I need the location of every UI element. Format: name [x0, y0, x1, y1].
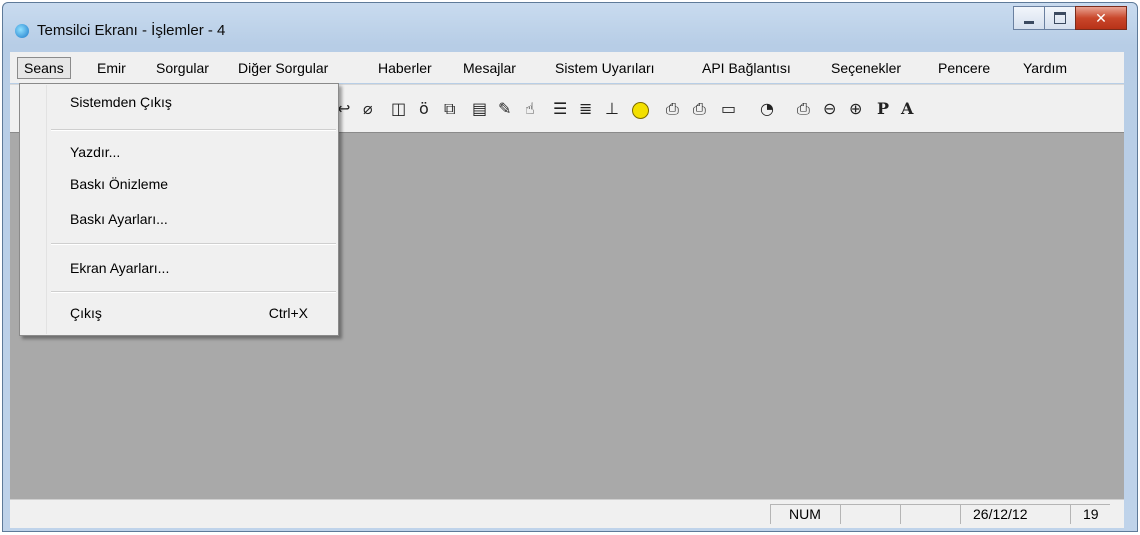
menu-item-yazdir[interactable]: Yazdır...: [70, 140, 120, 164]
menu-seans[interactable]: Seans: [17, 57, 71, 79]
document-icon[interactable]: ▤: [472, 99, 487, 118]
hand-icon[interactable]: ☝: [525, 99, 535, 118]
menu-gutter: [46, 85, 47, 334]
status-bar: NUM 26/12/12 19: [10, 499, 1124, 528]
menu-separator: [51, 129, 336, 131]
close-icon: ✕: [1095, 9, 1107, 26]
copy-icon[interactable]: ⧉: [444, 99, 455, 119]
menu-item-baski-ayarlari[interactable]: Baskı Ayarları...: [70, 207, 168, 231]
status-cell: [840, 504, 900, 524]
status-time: 19: [1070, 504, 1110, 524]
p-icon[interactable]: P: [877, 99, 889, 118]
menu-bar: Seans Emir Sorgular Diğer Sorgular Haber…: [10, 52, 1124, 83]
menu-sistem-uyarilari[interactable]: Sistem Uyarıları: [549, 57, 661, 79]
close-button[interactable]: ✕: [1075, 6, 1127, 30]
menu-haberler[interactable]: Haberler: [372, 57, 438, 79]
menu-separator: [51, 243, 336, 245]
printer-icon[interactable]: ⎙: [797, 99, 810, 119]
status-date: 26/12/12: [960, 504, 1070, 524]
columns-icon[interactable]: ◫: [391, 99, 406, 118]
num-indicator: NUM: [770, 504, 840, 524]
window-title: Temsilci Ekranı - İşlemler - 4: [37, 22, 226, 39]
eraser-icon[interactable]: ⌀: [363, 99, 373, 118]
menu-emir[interactable]: Emir: [91, 57, 132, 79]
menu-item-sistemden-cikis[interactable]: Sistemden Çıkış: [70, 90, 172, 114]
clock-icon[interactable]: ◔: [760, 99, 774, 118]
title-bar[interactable]: Temsilci Ekranı - İşlemler - 4 ✕: [3, 3, 1137, 51]
edit-icon[interactable]: ✎: [498, 99, 511, 118]
menu-secenekler[interactable]: Seçenekler: [825, 57, 907, 79]
undo-icon[interactable]: ↩: [337, 99, 350, 118]
folder-icon[interactable]: ▭: [721, 99, 736, 118]
menu-separator: [51, 291, 336, 293]
menu-sorgular[interactable]: Sorgular: [150, 57, 215, 79]
zoom-out-icon[interactable]: ⊖: [823, 99, 836, 118]
bottle-icon[interactable]: ö: [419, 99, 429, 118]
menu-item-ekran-ayarlari[interactable]: Ekran Ayarları...: [70, 256, 169, 280]
menu-mesajlar[interactable]: Mesajlar: [457, 57, 522, 79]
shortcut-cikis: Ctrl+X: [268, 305, 308, 321]
app-icon: [15, 24, 29, 38]
menu-item-cikis[interactable]: Çıkış: [70, 301, 102, 325]
minimize-icon: [1024, 21, 1034, 24]
folder-up-icon[interactable]: ⎙: [693, 99, 706, 119]
maximize-button[interactable]: [1044, 6, 1076, 30]
menu-yardim[interactable]: Yardım: [1017, 57, 1073, 79]
menu-api-baglantisi[interactable]: API Bağlantısı: [696, 57, 797, 79]
smiley-icon[interactable]: [632, 102, 649, 119]
align-icon[interactable]: ☰: [553, 99, 567, 118]
maximize-icon: [1054, 12, 1066, 24]
status-cell: [900, 504, 960, 524]
menu-pencere[interactable]: Pencere: [932, 57, 996, 79]
chart-icon[interactable]: ⊥: [605, 99, 619, 118]
menu-item-baski-onizleme[interactable]: Baskı Önizleme: [70, 172, 168, 196]
a-icon[interactable]: A: [901, 99, 913, 118]
folder-down-icon[interactable]: ⎙: [666, 99, 679, 119]
zoom-in-icon[interactable]: ⊕: [849, 99, 862, 118]
minimize-button[interactable]: [1013, 6, 1045, 30]
menu-diger-sorgular[interactable]: Diğer Sorgular: [232, 57, 334, 79]
list-icon[interactable]: ≣: [579, 99, 592, 118]
seans-menu-dropdown: Sistemden Çıkış Yazdır... Baskı Önizleme…: [19, 83, 339, 336]
